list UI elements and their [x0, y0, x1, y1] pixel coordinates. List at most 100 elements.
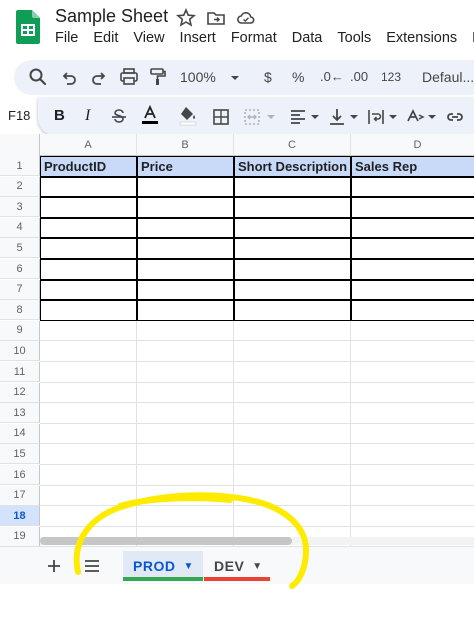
print-icon[interactable]: [118, 66, 140, 88]
table-header-cell[interactable]: Short Description: [234, 156, 351, 177]
grid-cell[interactable]: [234, 320, 351, 342]
italic-icon[interactable]: I: [85, 107, 90, 125]
table-cell[interactable]: [137, 279, 234, 301]
table-cell[interactable]: [234, 279, 351, 301]
table-cell[interactable]: [234, 300, 351, 321]
grid-cell[interactable]: [234, 485, 351, 507]
table-cell[interactable]: [234, 238, 351, 259]
grid-cell[interactable]: [137, 444, 234, 465]
zoom-select[interactable]: 100%: [180, 69, 216, 85]
row-header-11[interactable]: 11: [0, 362, 40, 382]
grid-cell[interactable]: [40, 362, 137, 383]
grid-cell[interactable]: [351, 444, 474, 465]
menu-tools[interactable]: Tools: [337, 30, 371, 50]
row-header-16[interactable]: 16: [0, 465, 40, 485]
table-cell[interactable]: [40, 197, 137, 218]
cloud-saved-icon[interactable]: [236, 8, 256, 28]
increase-decimal-button[interactable]: .00: [350, 69, 368, 84]
menu-file[interactable]: File: [55, 30, 78, 50]
text-color-icon[interactable]: [139, 104, 161, 126]
name-box[interactable]: F18: [8, 108, 30, 123]
table-cell[interactable]: [351, 300, 474, 321]
grid-cell[interactable]: [234, 362, 351, 383]
row-header-18[interactable]: 18: [0, 506, 40, 527]
grid-cell[interactable]: [137, 403, 234, 424]
table-cell[interactable]: [40, 176, 137, 198]
grid-cell[interactable]: [234, 506, 351, 527]
table-header-cell[interactable]: ProductID: [40, 156, 137, 177]
row-header-19[interactable]: 19: [0, 526, 40, 547]
redo-icon[interactable]: [88, 67, 110, 89]
grid-cell[interactable]: [234, 465, 351, 486]
bold-icon[interactable]: B: [54, 107, 65, 124]
table-cell[interactable]: [351, 238, 474, 259]
text-wrapping-dropdown-icon[interactable]: [382, 106, 404, 128]
grid-cell[interactable]: [40, 382, 137, 404]
select-all-corner[interactable]: [0, 134, 40, 156]
grid-cell[interactable]: [40, 423, 137, 445]
star-icon[interactable]: [176, 8, 196, 28]
table-cell[interactable]: [137, 300, 234, 321]
borders-icon[interactable]: [210, 106, 232, 128]
row-header-5[interactable]: 5: [0, 238, 40, 259]
column-header-a[interactable]: A: [40, 134, 137, 156]
table-cell[interactable]: [234, 217, 351, 239]
grid-cell[interactable]: [351, 403, 474, 424]
grid-cell[interactable]: [40, 320, 137, 342]
all-sheets-menu-icon[interactable]: [81, 555, 103, 577]
row-header-10[interactable]: 10: [0, 341, 40, 362]
row-header-13[interactable]: 13: [0, 403, 40, 424]
grid-cell[interactable]: [40, 485, 137, 507]
grid-cell[interactable]: [351, 321, 474, 342]
grid-cell[interactable]: [351, 486, 474, 507]
table-cell[interactable]: [137, 259, 234, 280]
table-cell[interactable]: [351, 217, 474, 239]
table-cell[interactable]: [351, 176, 474, 198]
column-header-c[interactable]: C: [234, 134, 351, 156]
table-header-cell[interactable]: Sales Rep: [351, 156, 474, 177]
strikethrough-icon[interactable]: [108, 106, 130, 128]
more-formats-button[interactable]: 123: [381, 70, 401, 84]
menu-edit[interactable]: Edit: [93, 30, 118, 50]
menu-view[interactable]: View: [133, 30, 164, 50]
table-cell[interactable]: [234, 176, 351, 198]
insert-link-icon[interactable]: [444, 106, 466, 128]
scrollbar-thumb[interactable]: [40, 537, 292, 545]
move-folder-icon[interactable]: [206, 8, 226, 28]
grid-cell[interactable]: [351, 362, 474, 383]
table-cell[interactable]: [137, 197, 234, 218]
table-cell[interactable]: [351, 259, 474, 280]
search-menus-icon[interactable]: [27, 66, 49, 88]
row-header-3[interactable]: 3: [0, 197, 40, 218]
table-cell[interactable]: [234, 259, 351, 280]
add-sheet-icon[interactable]: [43, 555, 65, 577]
row-header-2[interactable]: 2: [0, 176, 40, 197]
row-header-15[interactable]: 15: [0, 444, 40, 465]
row-header-17[interactable]: 17: [0, 485, 40, 506]
menu-data[interactable]: Data: [292, 30, 323, 50]
vertical-align-dropdown-icon[interactable]: [343, 106, 365, 128]
grid-cell[interactable]: [137, 485, 234, 507]
column-header-d[interactable]: D: [351, 134, 474, 156]
table-cell[interactable]: [234, 197, 351, 218]
sheet-tab-dev[interactable]: DEV ▼: [204, 551, 270, 581]
grid-cell[interactable]: [351, 424, 474, 445]
grid-cell[interactable]: [40, 465, 137, 486]
menu-insert[interactable]: Insert: [180, 30, 216, 50]
column-header-b[interactable]: B: [137, 134, 234, 156]
menu-format[interactable]: Format: [231, 30, 277, 50]
grid-cell[interactable]: [137, 341, 234, 362]
chevron-down-icon[interactable]: ▼: [252, 561, 262, 572]
text-rotation-dropdown-icon[interactable]: [421, 106, 443, 128]
grid-cell[interactable]: [40, 341, 137, 362]
grid-cell[interactable]: [137, 382, 234, 404]
font-select[interactable]: Defaul...: [422, 69, 474, 85]
sheet-tab-prod[interactable]: PROD ▼: [123, 551, 203, 581]
grid-cell[interactable]: [40, 444, 137, 465]
grid-cell[interactable]: [40, 403, 137, 424]
zoom-dropdown-icon[interactable]: [224, 67, 246, 89]
grid-cell[interactable]: [351, 341, 474, 362]
grid-cell[interactable]: [40, 506, 137, 527]
grid-cell[interactable]: [234, 382, 351, 404]
horizontal-scrollbar[interactable]: [40, 537, 474, 545]
